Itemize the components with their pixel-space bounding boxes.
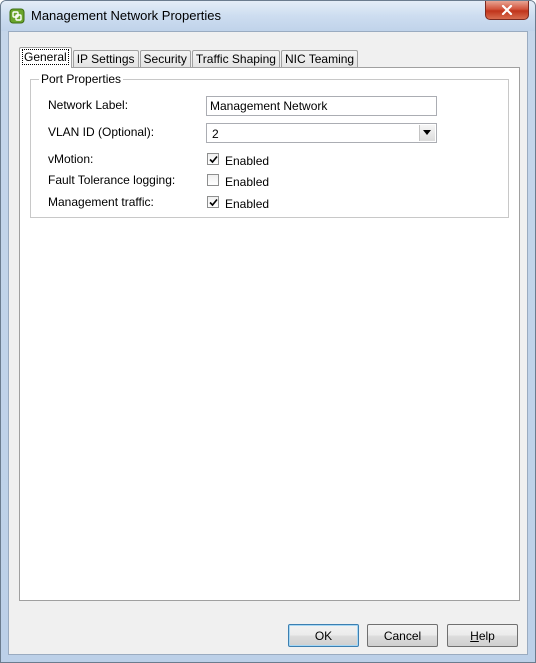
vmotion-label: vMotion: bbox=[48, 152, 94, 166]
tab-nic-teaming[interactable]: NIC Teaming bbox=[280, 50, 359, 68]
management-traffic-checkbox[interactable] bbox=[207, 196, 219, 208]
close-icon bbox=[501, 5, 513, 15]
help-button[interactable]: Help bbox=[447, 624, 518, 647]
window-title: Management Network Properties bbox=[31, 8, 222, 23]
ok-button[interactable]: OK bbox=[288, 624, 359, 647]
vlan-id-label: VLAN ID (Optional): bbox=[48, 125, 155, 139]
vmotion-enabled-label[interactable]: Enabled bbox=[225, 154, 269, 168]
management-traffic-label: Management traffic: bbox=[48, 195, 154, 209]
vlan-id-combobox[interactable]: 2 bbox=[206, 123, 437, 143]
title-bar[interactable]: Management Network Properties bbox=[1, 1, 535, 31]
tab-security[interactable]: Security bbox=[139, 50, 191, 68]
chevron-down-icon bbox=[423, 130, 431, 135]
port-properties-group: Port Properties Network Label: Managemen… bbox=[30, 72, 509, 218]
tab-strip: General IP Settings Security Traffic Sha… bbox=[19, 47, 359, 68]
check-icon bbox=[209, 198, 218, 207]
help-label-rest: elp bbox=[478, 628, 495, 643]
help-mnemonic: H bbox=[470, 628, 479, 643]
check-icon bbox=[209, 155, 218, 164]
fault-tolerance-enabled-label[interactable]: Enabled bbox=[225, 175, 269, 189]
group-title: Port Properties bbox=[39, 72, 124, 86]
close-button[interactable] bbox=[485, 1, 529, 20]
network-label-label: Network Label: bbox=[48, 98, 129, 112]
general-tab-panel: Port Properties Network Label: Managemen… bbox=[19, 67, 520, 601]
fault-tolerance-checkbox[interactable] bbox=[207, 174, 219, 186]
tab-ip-settings[interactable]: IP Settings bbox=[72, 50, 139, 68]
dialog-window: Management Network Properties General IP… bbox=[0, 0, 536, 663]
vlan-dropdown-button[interactable] bbox=[419, 125, 435, 141]
vmotion-checkbox[interactable] bbox=[207, 153, 219, 165]
vlan-id-value: 2 bbox=[212, 127, 219, 141]
fault-tolerance-label: Fault Tolerance logging: bbox=[48, 173, 176, 187]
tab-general[interactable]: General bbox=[19, 47, 72, 68]
vsphere-app-icon bbox=[9, 8, 25, 24]
dialog-client-area: General IP Settings Security Traffic Sha… bbox=[8, 31, 528, 655]
management-traffic-enabled-label[interactable]: Enabled bbox=[225, 197, 269, 211]
tab-traffic-shaping[interactable]: Traffic Shaping bbox=[191, 50, 280, 68]
network-label-input[interactable]: Management Network bbox=[206, 96, 437, 116]
cancel-button[interactable]: Cancel bbox=[367, 624, 438, 647]
